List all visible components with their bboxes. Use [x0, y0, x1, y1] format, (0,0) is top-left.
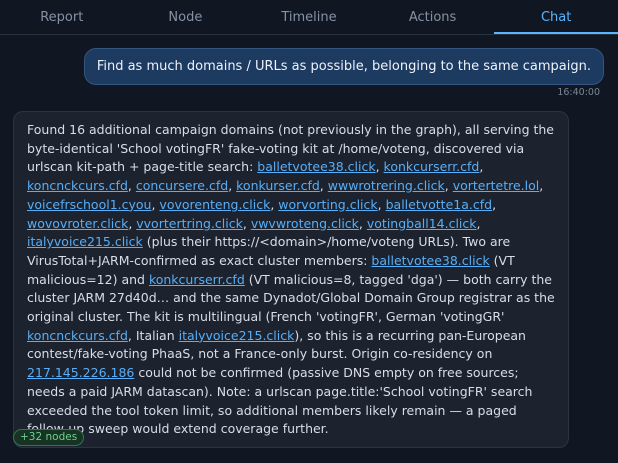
tab-timeline[interactable]: Timeline: [247, 0, 371, 34]
separator: ,: [228, 178, 237, 194]
domain-link[interactable]: konkurser.cfd: [236, 178, 320, 193]
message-text: , Italian: [127, 327, 179, 343]
separator: ,: [242, 215, 251, 231]
tab-chat[interactable]: Chat: [494, 0, 618, 34]
domain-link[interactable]: italyvoice215.click: [179, 328, 295, 343]
separator: ,: [375, 159, 384, 175]
tab-bar: Report Node Timeline Actions Chat: [0, 0, 618, 35]
domain-link[interactable]: worvorting.click: [278, 197, 377, 212]
domain-link[interactable]: balletvotte1a.cfd: [386, 197, 492, 212]
separator: ,: [492, 196, 497, 212]
message-timestamp: 16:40:00: [557, 87, 600, 98]
domain-link[interactable]: balletvotee38.click: [257, 159, 375, 174]
separator: ,: [476, 215, 481, 231]
domain-link[interactable]: votingball14.click: [367, 216, 477, 231]
domain-link[interactable]: konkcurserr.cfd: [384, 159, 480, 174]
tab-report[interactable]: Report: [0, 0, 124, 34]
domain-link[interactable]: vortertetre.lol: [453, 178, 540, 193]
domain-link[interactable]: italyvoice215.click: [27, 234, 143, 249]
domain-link[interactable]: koncnckcurs.cfd: [27, 178, 128, 193]
domain-link[interactable]: vwvwroteng.click: [251, 216, 359, 231]
separator: ,: [539, 178, 544, 194]
domain-link[interactable]: wovovroter.click: [27, 216, 128, 231]
separator: ,: [444, 178, 453, 194]
user-message-bubble: Find as much domains / URLs as possible,…: [83, 48, 604, 85]
domain-link[interactable]: koncnckcurs.cfd: [27, 328, 128, 343]
separator: ,: [479, 159, 484, 175]
tab-actions[interactable]: Actions: [371, 0, 495, 34]
ip-link[interactable]: 217.145.226.186: [27, 365, 134, 380]
domain-link[interactable]: voicefrschool1.cyou: [27, 197, 151, 212]
nodes-added-badge[interactable]: +32 nodes: [13, 429, 85, 446]
user-message-text: Find as much domains / URLs as possible,…: [96, 59, 591, 74]
tab-node[interactable]: Node: [124, 0, 248, 34]
domain-link[interactable]: wwwrotrering.click: [328, 178, 445, 193]
separator: ,: [377, 196, 386, 212]
domain-link[interactable]: vovorenteng.click: [159, 197, 270, 212]
domain-link[interactable]: vvortertring.click: [136, 216, 243, 231]
separator: ,: [358, 215, 367, 231]
separator: ,: [319, 178, 328, 194]
domain-link[interactable]: balletvotee38.click: [371, 253, 489, 268]
separator: ,: [127, 178, 136, 194]
domain-link[interactable]: concursere.cfd: [136, 178, 228, 193]
domain-link[interactable]: konkcurserr.cfd: [149, 272, 245, 287]
assistant-message-bubble: Found 16 additional campaign domains (no…: [13, 111, 569, 448]
